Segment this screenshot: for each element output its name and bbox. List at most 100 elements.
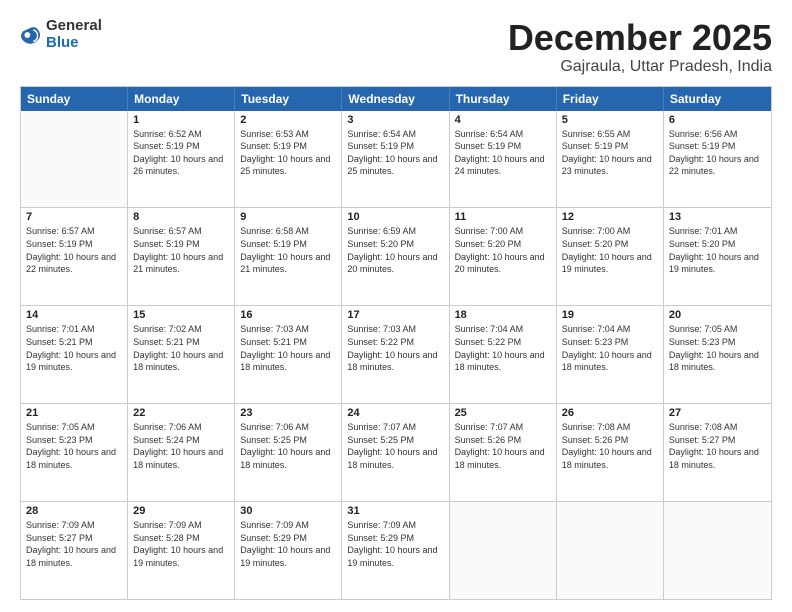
calendar-row-2: 7 Sunrise: 6:57 AMSunset: 5:19 PMDaylight… (21, 208, 771, 306)
cell-info: Sunrise: 7:05 AMSunset: 5:23 PMDaylight:… (669, 323, 766, 373)
cell-date: 16 (240, 309, 336, 321)
cell-info: Sunrise: 7:00 AMSunset: 5:20 PMDaylight:… (562, 225, 658, 275)
calendar-cell: 20 Sunrise: 7:05 AMSunset: 5:23 PMDayligh… (664, 306, 771, 403)
cell-date: 7 (26, 211, 122, 223)
cell-info: Sunrise: 7:07 AMSunset: 5:26 PMDaylight:… (455, 421, 551, 471)
cell-info: Sunrise: 7:05 AMSunset: 5:23 PMDaylight:… (26, 421, 122, 471)
cell-info: Sunrise: 6:59 AMSunset: 5:20 PMDaylight:… (347, 225, 443, 275)
cell-date: 6 (669, 114, 766, 126)
calendar-cell: 8 Sunrise: 6:57 AMSunset: 5:19 PMDaylight… (128, 208, 235, 305)
calendar-cell: 11Sunrise: 7:00 AMSunset: 5:20 PMDayligh… (450, 208, 557, 305)
calendar-cell: 29Sunrise: 7:09 AMSunset: 5:28 PMDayligh… (128, 502, 235, 599)
cell-info: Sunrise: 7:01 AMSunset: 5:20 PMDaylight:… (669, 225, 766, 275)
calendar-cell: 22Sunrise: 7:06 AMSunset: 5:24 PMDayligh… (128, 404, 235, 501)
calendar-cell: 6 Sunrise: 6:56 AMSunset: 5:19 PMDaylight… (664, 111, 771, 208)
cell-info: Sunrise: 7:06 AMSunset: 5:24 PMDaylight:… (133, 421, 229, 471)
cell-date: 13 (669, 211, 766, 223)
cell-info: Sunrise: 6:57 AMSunset: 5:19 PMDaylight:… (133, 225, 229, 275)
calendar-cell: 16 Sunrise: 7:03 AMSunset: 5:21 PMDayligh… (235, 306, 342, 403)
cell-date: 1 (133, 114, 229, 126)
calendar-cell: 15 Sunrise: 7:02 AMSunset: 5:21 PMDayligh… (128, 306, 235, 403)
cell-date: 31 (347, 505, 443, 517)
cell-info: Sunrise: 6:52 AMSunset: 5:19 PMDaylight:… (133, 128, 229, 178)
calendar-cell: 5Sunrise: 6:55 AMSunset: 5:19 PMDaylight… (557, 111, 664, 208)
header-day-monday: Monday (128, 87, 235, 111)
cell-info: Sunrise: 6:58 AMSunset: 5:19 PMDaylight:… (240, 225, 336, 275)
header-day-tuesday: Tuesday (235, 87, 342, 111)
calendar: SundayMondayTuesdayWednesdayThursdayFrid… (20, 86, 772, 600)
cell-date: 4 (455, 114, 551, 126)
cell-date: 29 (133, 505, 229, 517)
cell-info: Sunrise: 7:09 AMSunset: 5:27 PMDaylight:… (26, 519, 122, 569)
header-day-saturday: Saturday (664, 87, 771, 111)
cell-date: 3 (347, 114, 443, 126)
location-title: Gajraula, Uttar Pradesh, India (508, 58, 772, 76)
cell-info: Sunrise: 7:03 AMSunset: 5:21 PMDaylight:… (240, 323, 336, 373)
calendar-cell: 24Sunrise: 7:07 AMSunset: 5:25 PMDayligh… (342, 404, 449, 501)
cell-info: Sunrise: 7:06 AMSunset: 5:25 PMDaylight:… (240, 421, 336, 471)
cell-date: 2 (240, 114, 336, 126)
cell-info: Sunrise: 7:01 AMSunset: 5:21 PMDaylight:… (26, 323, 122, 373)
header-day-sunday: Sunday (21, 87, 128, 111)
calendar-cell: 18 Sunrise: 7:04 AMSunset: 5:22 PMDayligh… (450, 306, 557, 403)
calendar-cell: 2 Sunrise: 6:53 AMSunset: 5:19 PMDaylight… (235, 111, 342, 208)
cell-date: 8 (133, 211, 229, 223)
calendar-cell: 10 Sunrise: 6:59 AMSunset: 5:20 PMDayligh… (342, 208, 449, 305)
cell-date: 15 (133, 309, 229, 321)
cell-info: Sunrise: 7:04 AMSunset: 5:23 PMDaylight:… (562, 323, 658, 373)
calendar-header: SundayMondayTuesdayWednesdayThursdayFrid… (21, 87, 771, 111)
cell-date: 18 (455, 309, 551, 321)
header-day-wednesday: Wednesday (342, 87, 449, 111)
logo-text: General Blue (46, 18, 102, 51)
cell-date: 10 (347, 211, 443, 223)
cell-info: Sunrise: 7:04 AMSunset: 5:22 PMDaylight:… (455, 323, 551, 373)
page: General Blue December 2025 Gajraula, Utt… (0, 0, 792, 612)
calendar-cell (450, 502, 557, 599)
cell-info: Sunrise: 7:02 AMSunset: 5:21 PMDaylight:… (133, 323, 229, 373)
cell-info: Sunrise: 6:57 AMSunset: 5:19 PMDaylight:… (26, 225, 122, 275)
header-day-friday: Friday (557, 87, 664, 111)
calendar-cell: 9 Sunrise: 6:58 AMSunset: 5:19 PMDaylight… (235, 208, 342, 305)
header: General Blue December 2025 Gajraula, Utt… (20, 18, 772, 76)
calendar-cell: 23 Sunrise: 7:06 AMSunset: 5:25 PMDayligh… (235, 404, 342, 501)
calendar-cell (557, 502, 664, 599)
cell-info: Sunrise: 6:55 AMSunset: 5:19 PMDaylight:… (562, 128, 658, 178)
calendar-cell: 31 Sunrise: 7:09 AMSunset: 5:29 PMDayligh… (342, 502, 449, 599)
calendar-row-1: 1 Sunrise: 6:52 AMSunset: 5:19 PMDaylight… (21, 111, 771, 209)
calendar-row-5: 28 Sunrise: 7:09 AMSunset: 5:27 PMDayligh… (21, 502, 771, 599)
cell-date: 24 (347, 407, 443, 419)
calendar-row-4: 21 Sunrise: 7:05 AMSunset: 5:23 PMDayligh… (21, 404, 771, 502)
calendar-cell: 30 Sunrise: 7:09 AMSunset: 5:29 PMDayligh… (235, 502, 342, 599)
calendar-cell: 26Sunrise: 7:08 AMSunset: 5:26 PMDayligh… (557, 404, 664, 501)
calendar-cell: 27Sunrise: 7:08 AMSunset: 5:27 PMDayligh… (664, 404, 771, 501)
calendar-cell: 28 Sunrise: 7:09 AMSunset: 5:27 PMDayligh… (21, 502, 128, 599)
calendar-cell (21, 111, 128, 208)
calendar-cell: 13 Sunrise: 7:01 AMSunset: 5:20 PMDayligh… (664, 208, 771, 305)
cell-date: 21 (26, 407, 122, 419)
calendar-cell: 25 Sunrise: 7:07 AMSunset: 5:26 PMDayligh… (450, 404, 557, 501)
cell-date: 17 (347, 309, 443, 321)
logo-general-text: General (46, 18, 102, 35)
cell-info: Sunrise: 6:54 AMSunset: 5:19 PMDaylight:… (347, 128, 443, 178)
cell-date: 11 (455, 211, 551, 223)
month-title: December 2025 (508, 18, 772, 58)
calendar-cell: 4 Sunrise: 6:54 AMSunset: 5:19 PMDaylight… (450, 111, 557, 208)
cell-info: Sunrise: 7:09 AMSunset: 5:29 PMDaylight:… (240, 519, 336, 569)
cell-info: Sunrise: 6:53 AMSunset: 5:19 PMDaylight:… (240, 128, 336, 178)
cell-date: 12 (562, 211, 658, 223)
calendar-cell: 21 Sunrise: 7:05 AMSunset: 5:23 PMDayligh… (21, 404, 128, 501)
title-block: December 2025 Gajraula, Uttar Pradesh, I… (508, 18, 772, 76)
cell-date: 23 (240, 407, 336, 419)
cell-date: 9 (240, 211, 336, 223)
cell-info: Sunrise: 6:54 AMSunset: 5:19 PMDaylight:… (455, 128, 551, 178)
cell-date: 25 (455, 407, 551, 419)
cell-info: Sunrise: 7:08 AMSunset: 5:26 PMDaylight:… (562, 421, 658, 471)
logo: General Blue (20, 18, 102, 51)
cell-info: Sunrise: 6:56 AMSunset: 5:19 PMDaylight:… (669, 128, 766, 178)
cell-date: 28 (26, 505, 122, 517)
cell-date: 20 (669, 309, 766, 321)
cell-date: 30 (240, 505, 336, 517)
calendar-cell: 19 Sunrise: 7:04 AMSunset: 5:23 PMDayligh… (557, 306, 664, 403)
cell-info: Sunrise: 7:09 AMSunset: 5:29 PMDaylight:… (347, 519, 443, 569)
cell-date: 19 (562, 309, 658, 321)
